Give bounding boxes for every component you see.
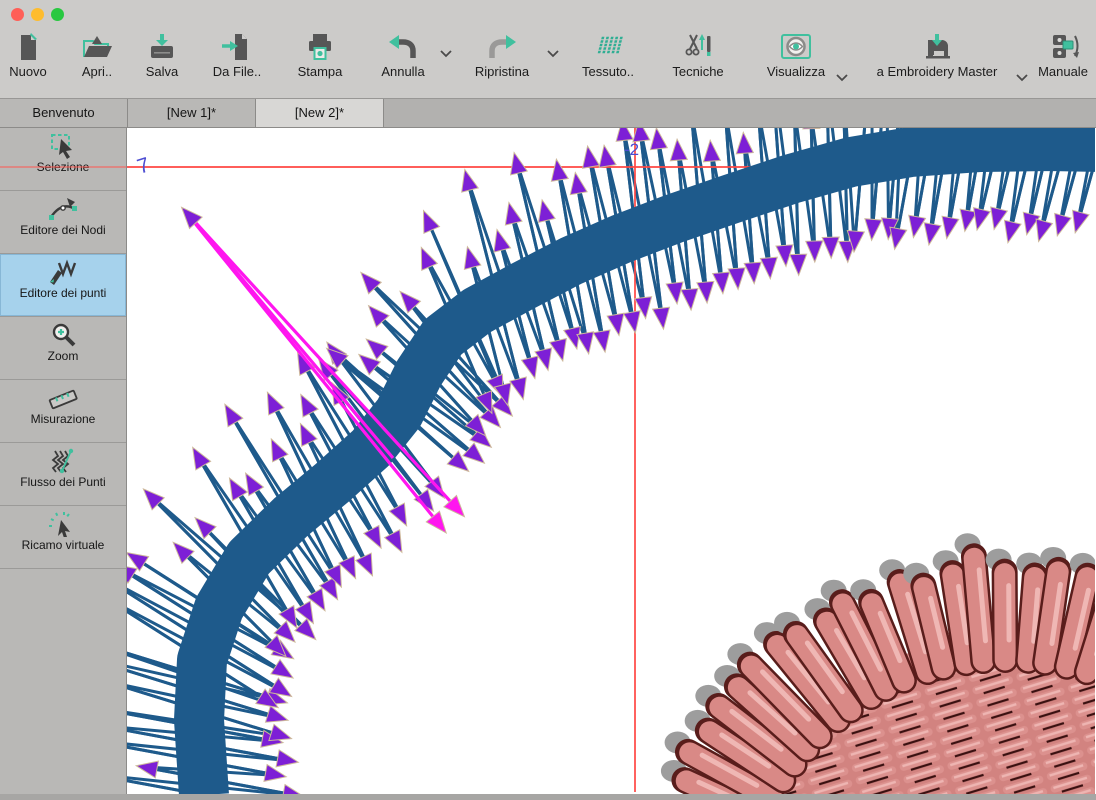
stitch-editor-icon — [48, 259, 78, 285]
tool-selezione[interactable]: Selezione — [0, 128, 126, 191]
save-icon — [145, 32, 179, 62]
toolbar-button-apri[interactable]: Apri.. — [67, 32, 127, 79]
view-eye-icon — [779, 32, 813, 62]
tool-label: Selezione — [0, 160, 126, 174]
print-icon — [303, 32, 337, 62]
tab-new-1[interactable]: [New 1]* — [128, 99, 256, 127]
toolbar-button-ripristina[interactable]: Ripristina — [465, 32, 539, 79]
measure-tool-icon — [48, 385, 78, 411]
toolbar-label: a Embroidery Master — [877, 64, 998, 79]
selected-stitch — [185, 211, 393, 458]
toolbar-label: Stampa — [298, 64, 343, 79]
toolbar-label: Da File.. — [213, 64, 261, 79]
toolbar-label: Tecniche — [672, 64, 723, 79]
toolbar-button-tessuto[interactable]: Tessuto.. — [573, 32, 643, 79]
tool-label: Zoom — [0, 349, 126, 363]
chevron-down-icon[interactable] — [440, 50, 452, 58]
chevron-down-icon[interactable] — [547, 50, 559, 58]
stitch-flow-icon — [48, 448, 78, 474]
fabric-icon — [591, 32, 625, 62]
tool-label: Editore dei Nodi — [0, 223, 126, 237]
manual-book-icon — [1046, 32, 1080, 62]
zoom-tool-icon — [48, 322, 78, 348]
toolbar-label: Manuale — [1038, 64, 1088, 79]
toolbar-button-manuale[interactable]: Manuale — [1032, 32, 1094, 79]
close-button[interactable] — [11, 8, 24, 21]
chevron-down-icon[interactable] — [836, 74, 848, 82]
tool-label: Misurazione — [0, 412, 126, 426]
tool-label: Ricamo virtuale — [0, 538, 126, 552]
undo-icon — [386, 32, 420, 62]
minimize-button[interactable] — [31, 8, 44, 21]
document-tab-bar: Benvenuto [New 1]* [New 2]* — [0, 99, 1096, 128]
tool-misurazione[interactable]: Misurazione — [0, 380, 126, 443]
sewing-machine-icon — [920, 32, 954, 62]
tab-benvenuto[interactable]: Benvenuto — [0, 99, 128, 127]
tool-editore-dei-punti[interactable]: Editore dei punti — [0, 254, 126, 317]
tool-label: Flusso dei Punti — [0, 475, 126, 489]
tool-zoom[interactable]: Zoom — [0, 317, 126, 380]
app-window: Nuovo Apri.. Salva Da File.. — [0, 0, 1096, 800]
toolbar-button-salva[interactable]: Salva — [134, 32, 190, 79]
toolbar-label: Apri.. — [82, 64, 112, 79]
tool-ricamo-virtuale[interactable]: Ricamo virtuale — [0, 506, 126, 569]
tool-label: Editore dei punti — [0, 286, 126, 300]
toolbar-button-nuovo[interactable]: Nuovo — [0, 32, 56, 79]
toolbar-button-visualizza[interactable]: Visualizza — [758, 32, 834, 79]
tool-flusso-dei-punti[interactable]: Flusso dei Punti — [0, 443, 126, 506]
toolbar-label: Visualizza — [767, 64, 825, 79]
import-from-file-icon — [220, 32, 254, 62]
ruler-coordinate-label: -2 — [624, 140, 639, 159]
tool-sidebar: Selezione Editore dei Nodi Editore dei p… — [0, 128, 127, 794]
toolbar-button-annulla[interactable]: Annulla — [372, 32, 434, 79]
ruler-coordinate-label: 7 — [134, 153, 152, 178]
techniques-icon — [681, 32, 715, 62]
node-editor-icon — [48, 196, 78, 222]
window-bottom-edge — [0, 794, 1096, 800]
zoom-window-button[interactable] — [51, 8, 64, 21]
toolbar-label: Ripristina — [475, 64, 529, 79]
virtual-stitchout-icon — [48, 511, 78, 537]
tab-bar-filler — [384, 99, 1096, 127]
open-folder-icon — [80, 32, 114, 62]
toolbar-label: Tessuto.. — [582, 64, 634, 79]
selection-tool-icon — [48, 133, 78, 159]
toolbar-label: Salva — [146, 64, 179, 79]
toolbar-label: Annulla — [381, 64, 424, 79]
design-canvas[interactable]: 7 -2 — [127, 128, 1096, 794]
new-document-icon — [11, 32, 45, 62]
toolbar-label: Nuovo — [9, 64, 47, 79]
tool-editore-dei-nodi[interactable]: Editore dei Nodi — [0, 191, 126, 254]
toolbar-button-embroidery-master[interactable]: a Embroidery Master — [862, 32, 1012, 79]
toolbar-button-da-file[interactable]: Da File.. — [202, 32, 272, 79]
main-content: Selezione Editore dei Nodi Editore dei p… — [0, 128, 1096, 794]
toolbar-button-stampa[interactable]: Stampa — [289, 32, 351, 79]
chevron-down-icon[interactable] — [1016, 74, 1028, 82]
tab-new-2[interactable]: [New 2]* — [256, 99, 384, 127]
toolbar: Nuovo Apri.. Salva Da File.. — [0, 0, 1096, 99]
embroidery-stitch-view[interactable]: 7 -2 — [127, 128, 1095, 794]
redo-icon — [485, 32, 519, 62]
toolbar-button-tecniche[interactable]: Tecniche — [665, 32, 731, 79]
